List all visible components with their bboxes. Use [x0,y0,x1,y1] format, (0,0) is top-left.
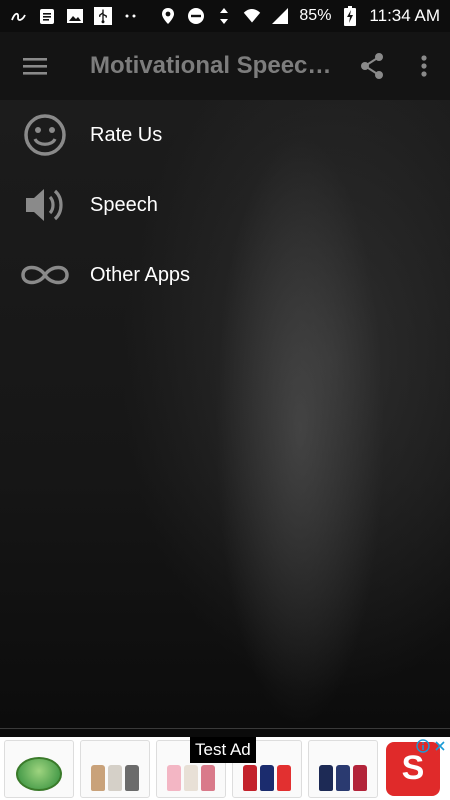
ad-info-icon[interactable] [416,739,430,758]
menu-item-label: Other Apps [90,263,191,286]
notification-a-icon [10,7,28,25]
smiley-face-icon [0,100,90,170]
ad-banner[interactable]: S Test Ad [0,737,450,800]
clock: 11:34 AM [369,6,440,25]
data-arrows-icon [215,7,233,25]
dnd-icon [187,7,205,25]
jar-image [16,756,62,791]
ad-test-label: Test Ad [190,737,256,763]
status-bar-right: 85% 11:34 AM [159,6,440,26]
menu-item-label: Rate Us [90,123,163,146]
dots-icon [122,7,140,25]
battery-percent: 85% [299,7,332,24]
app-toolbar: Motivational Speeches [0,32,450,100]
menu-item-label: Speech [90,193,158,216]
main-content: Rate Us Speech Other Apps [0,100,450,728]
status-bar: 85% 11:34 AM [0,0,450,32]
ad-gap [0,729,450,737]
infinity-icon [0,240,90,310]
page-title: Motivational Speeches [90,52,346,79]
menu-list: Rate Us Speech Other Apps [0,100,450,310]
signal-icon [271,7,289,25]
hamburger-menu-icon[interactable] [0,32,70,100]
menu-item-other-apps[interactable]: Other Apps [0,240,450,310]
status-bar-left [10,7,140,25]
location-icon [159,7,177,25]
ad-product-jar[interactable] [4,739,74,798]
menu-item-speech[interactable]: Speech [0,170,450,240]
ad-product-shirts-1[interactable] [80,739,150,798]
battery-charging-icon [341,6,359,26]
speaker-icon [0,170,90,240]
menu-item-rate-us[interactable]: Rate Us [0,100,450,170]
image-icon [66,7,84,25]
more-vert-icon[interactable] [398,32,450,100]
usb-icon [94,7,112,25]
share-icon[interactable] [346,32,398,100]
clipboard-icon [38,7,56,25]
ad-close-icon[interactable] [434,739,446,758]
wifi-icon [243,7,261,25]
ad-choices[interactable] [416,739,446,758]
ad-product-shirts-4[interactable] [308,739,378,798]
